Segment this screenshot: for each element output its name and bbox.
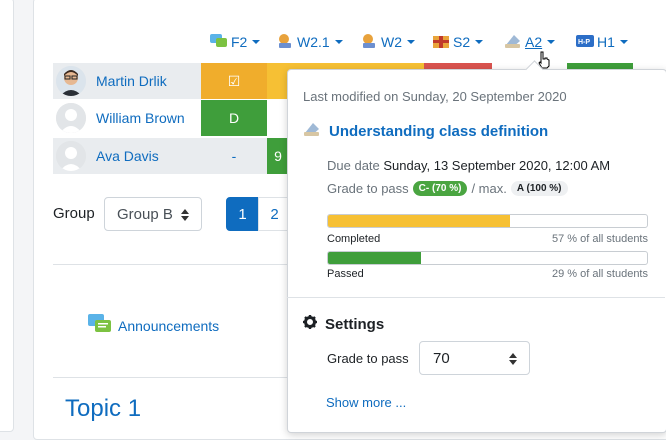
avatar [56,141,86,171]
student-name[interactable]: William Brown [96,110,185,126]
activity-s2[interactable]: S2 [432,33,484,52]
grade-cell[interactable]: 9 [267,138,289,174]
grade-cell[interactable]: - [201,138,267,174]
student-row[interactable]: Martin Drlik [53,63,201,99]
student-row[interactable]: William Brown [53,100,201,136]
completed-percent: 57 % of all students [551,233,648,245]
select-arrows-icon [509,353,517,365]
activity-label: W2 [381,34,402,50]
group-select[interactable]: Group B [104,197,202,231]
activity-w2-1[interactable]: W2.1 [276,33,343,51]
workshop-icon [360,33,378,52]
grade-value: 9 [274,148,282,164]
activity-label: H1 [597,34,615,50]
due-date: Due date Sunday, 13 September 2020, 12:0… [327,158,610,173]
avatar [56,103,86,133]
activity-h1[interactable]: H-P H1 [576,33,628,51]
chevron-down-icon [334,40,343,44]
svg-text:H-P: H-P [578,39,590,46]
grade-cell[interactable]: D [201,100,267,136]
h5p-icon: H-P [576,33,594,52]
passed-label: Passed [327,268,364,280]
show-more-link[interactable]: Show more ... [326,395,406,410]
student-row[interactable]: Ava Davis [53,138,201,174]
forum-icon [88,313,112,338]
grade-cell-completed[interactable]: ☑ [201,63,267,99]
activity-w2[interactable]: W2 [360,33,415,51]
last-modified-text: Last modified on Sunday, 20 September 20… [303,89,567,104]
settings-grade-label: Grade to pass [327,351,409,366]
grade-to-pass-row: Grade to pass C- (70 %) / max. A (100 %) [327,181,568,196]
activity-title-link[interactable]: Understanding class definition [303,121,548,141]
group-label: Group [53,205,95,222]
assignment-icon [303,121,321,141]
announcements-link[interactable]: Announcements [88,313,219,338]
page-link-1[interactable]: 1 [226,197,259,231]
chevron-down-icon [252,40,261,44]
group-select-value: Group B [117,205,173,223]
completed-progress-fill [328,215,510,227]
workshop-icon [276,33,294,52]
activity-a2[interactable]: A2 [504,33,556,52]
checkbox-icon: ☑ [227,72,241,89]
activity-label: W2.1 [297,34,330,50]
activity-title: Understanding class definition [329,122,549,140]
activity-f2[interactable]: F2 [210,33,261,52]
grade-to-pass-badge: C- (70 %) [412,181,468,196]
grade-value: D [228,110,240,126]
passed-progress-bar [327,251,648,265]
student-name[interactable]: Martin Drlik [96,73,167,89]
completed-label: Completed [327,233,381,245]
topic-title[interactable]: Topic 1 [65,395,141,423]
divider [53,264,293,265]
max-grade-badge: A (100 %) [510,181,568,196]
grade-value: - [231,148,237,164]
passed-progress-fill [328,252,421,264]
chevron-down-icon [407,40,415,44]
divider [53,377,293,378]
settings-heading: Settings [303,315,384,333]
completed-progress-bar [327,214,648,228]
due-date-value: Sunday, 13 September 2020, 12:00 AM [383,158,611,173]
scorm-icon [432,33,450,52]
select-arrows-icon [181,209,189,221]
passed-percent: 29 % of all students [551,268,648,280]
activity-label: S2 [453,34,471,50]
chevron-down-icon [475,40,484,44]
due-date-label: Due date [327,158,380,173]
student-name[interactable]: Ava Davis [96,148,159,164]
grade-to-pass-select[interactable]: 70 [419,341,530,375]
announcements-label: Announcements [118,317,220,334]
grade-to-pass-label: Grade to pass [327,181,409,196]
gear-icon [303,315,317,333]
max-label: / max. [471,181,507,196]
chevron-down-icon [547,40,556,44]
settings-title: Settings [325,315,385,333]
grade-to-pass-value: 70 [433,349,450,367]
forum-icon [210,33,228,52]
popover-divider [287,297,665,298]
chevron-down-icon [619,40,628,44]
activity-label: F2 [231,34,248,50]
activity-label: A2 [525,34,543,50]
assignment-icon [504,33,522,52]
avatar [56,66,86,96]
left-drawer-panel [0,0,14,432]
